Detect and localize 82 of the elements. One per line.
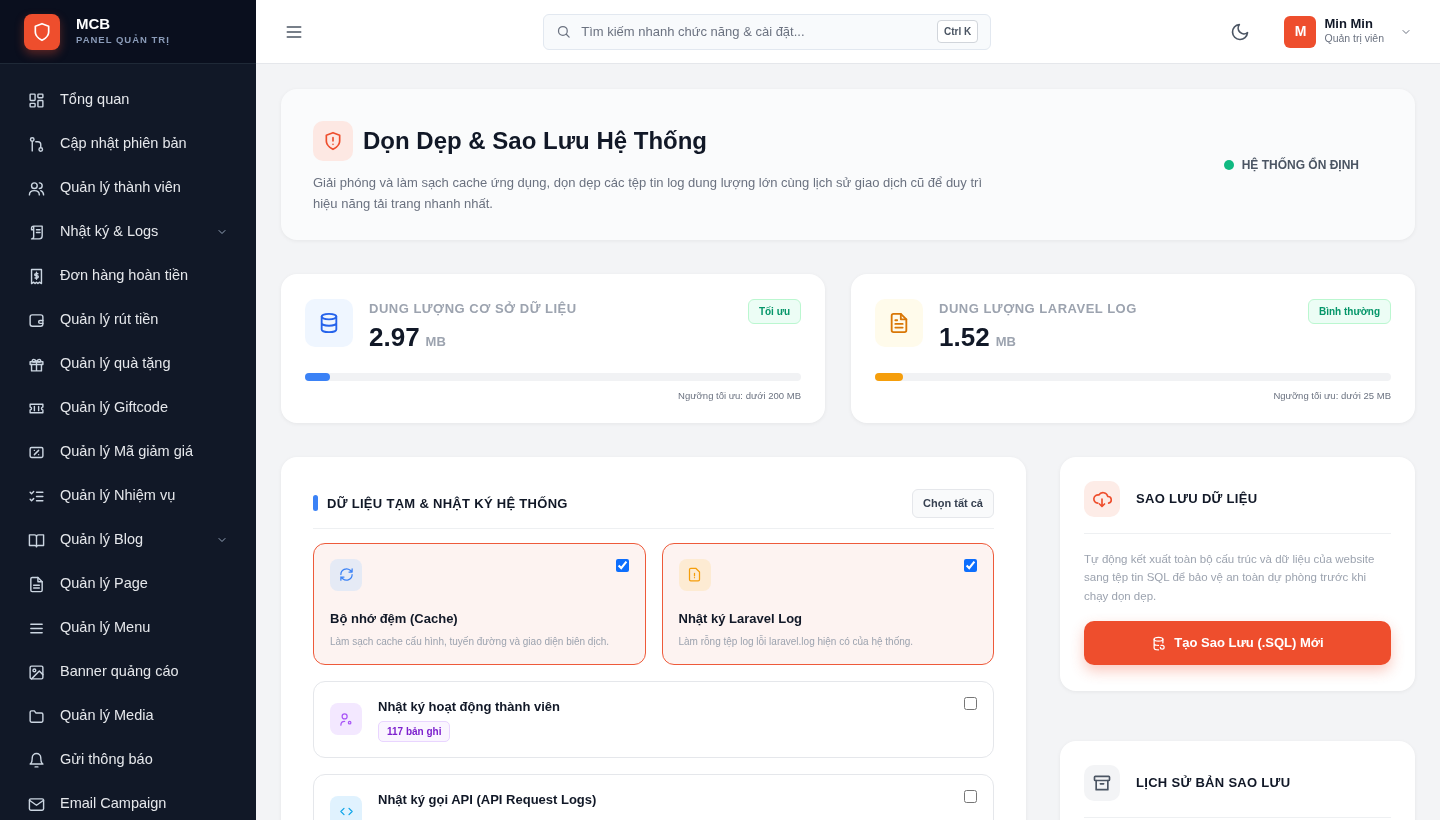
checkbox[interactable]	[964, 558, 977, 572]
cleanup-option[interactable]: Nhật ký hoạt động thành viên 117 bản ghi	[313, 681, 994, 758]
stat-value: 1.52	[939, 322, 990, 352]
sidebar-item[interactable]: Quản lý Giftcode	[0, 386, 256, 430]
stat-label: DUNG LƯỢNG CƠ SỞ DỮ LIỆU	[369, 300, 578, 318]
database-icon	[1151, 635, 1167, 651]
threshold-note: Ngưỡng tối ưu: dưới 200 MB	[677, 389, 801, 404]
branch-icon	[28, 135, 45, 153]
sidebar-item[interactable]: Quản lý quà tặng	[0, 342, 256, 386]
stat-value: 2.97	[369, 322, 420, 352]
record-count: 117 bản ghi	[378, 720, 451, 742]
status-tag: Bình thường	[1308, 299, 1391, 324]
option-title: Bộ nhớ đệm (Cache)	[330, 609, 459, 628]
search-input[interactable]: Tìm kiếm nhanh chức năng & cài đặt...	[579, 20, 937, 43]
sidebar-item[interactable]: Nhật ký & Logs	[0, 210, 256, 254]
create-backup-button[interactable]: Tạo Sao Lưu (.SQL) Mới	[1084, 621, 1391, 666]
option-title: Nhật ký gọi API (API Request Logs)	[378, 790, 598, 809]
database-icon	[318, 312, 340, 334]
option-title: Nhật ký hoạt động thành viên	[378, 698, 561, 716]
sidebar-item[interactable]: Quản lý Blog	[0, 518, 256, 562]
checkbox[interactable]	[964, 789, 977, 803]
image-icon	[28, 663, 45, 681]
sidebar-item[interactable]: Quản lý thành viên	[0, 166, 256, 210]
mail-icon	[28, 795, 45, 813]
stat-unit: MB	[995, 332, 1016, 351]
brand-subtitle: PANEL QUẢN TRỊ	[76, 32, 170, 47]
card-title: LỊCH SỬ BẢN SAO LƯU	[1136, 774, 1291, 793]
cleanup-option[interactable]: Bộ nhớ đệm (Cache) Làm sạch cache cấu hình, tuyến đường và giao diện biên dịch.	[313, 542, 646, 665]
sidebar-item[interactable]: Email Campaign	[0, 782, 256, 820]
folder-icon	[28, 707, 45, 725]
search-bar[interactable]: Tìm kiếm nhanh chức năng & cài đặt... Ctrl K	[543, 13, 992, 50]
select-all-button[interactable]: Chọn tất cả	[912, 489, 994, 518]
brand-name: MCB	[76, 16, 112, 33]
sidebar-item[interactable]: Gửi thông báo	[0, 738, 256, 782]
status-tag: Tối ưu	[747, 299, 801, 324]
accent-bar	[313, 495, 318, 512]
document-icon	[28, 575, 45, 593]
status-label: HỆ THỐNG ỔN ĐỊNH	[1241, 156, 1359, 174]
sidebar-item[interactable]: Đơn hàng hoàn tiền	[0, 254, 256, 298]
page-description: Giải phóng và làm sạch cache ứng dụng, dọn dẹp các tệp tin log dung lượng lớn cùng lịch sử giao dịch cũ để duy trì hiệu năng tải trang nhanh nhất.	[313, 174, 983, 213]
section-title: DỮ LIỆU TẠM & NHẬT KÝ HỆ THỐNG	[327, 494, 568, 513]
archive-icon	[1092, 773, 1112, 794]
avatar[interactable]: M	[1284, 15, 1317, 48]
file-alert-icon	[687, 567, 702, 582]
sidebar-item[interactable]: Tổng quan	[0, 78, 256, 122]
scroll-icon	[28, 223, 45, 241]
search-icon	[556, 24, 572, 39]
sidebar-item[interactable]: Quản lý Media	[0, 694, 256, 738]
user-role: Quản trị viên	[1324, 31, 1384, 47]
option-description: Làm rỗng tệp log lỗi laravel.log hiện có của hệ thống.	[678, 634, 915, 649]
book-icon	[28, 531, 45, 549]
stat-unit: MB	[425, 332, 446, 351]
users-icon	[28, 179, 45, 197]
page-title: Dọn Dẹp & Sao Lưu Hệ Thống	[363, 126, 708, 156]
bell-icon	[28, 751, 45, 769]
document-icon	[888, 312, 910, 334]
sidebar-item[interactable]: Quản lý Nhiệm vụ	[0, 474, 256, 518]
sidebar-item[interactable]: Banner quảng cáo	[0, 650, 256, 694]
shield-icon	[32, 21, 52, 42]
sidebar-item[interactable]: Quản lý Mã giảm giá	[0, 430, 256, 474]
cleanup-option[interactable]: Nhật ký gọi API (API Request Logs)	[313, 773, 994, 820]
wallet-icon	[28, 311, 45, 329]
sidebar-item[interactable]: Quản lý Page	[0, 562, 256, 606]
grid-icon	[28, 91, 45, 109]
threshold-note: Ngưỡng tối ưu: dưới 25 MB	[1272, 389, 1391, 404]
receipt-icon	[28, 267, 45, 285]
moon-icon	[1230, 21, 1251, 42]
sidebar-item[interactable]: Quản lý Menu	[0, 606, 256, 650]
option-description: Làm sạch cache cấu hình, tuyến đường và giao diện biên dịch.	[330, 635, 610, 649]
checkbox[interactable]	[615, 558, 629, 572]
refresh-icon	[338, 567, 354, 582]
sidebar-item[interactable]: Cập nhật phiên bản	[0, 122, 256, 166]
sidebar-item[interactable]: Quản lý rút tiền	[0, 298, 256, 342]
stat-label: DUNG LƯỢNG LARAVEL LOG	[939, 300, 1138, 318]
checkbox[interactable]	[964, 697, 977, 710]
user-name: Min Min	[1324, 15, 1374, 32]
card-title: SAO LƯU DỮ LIỆU	[1136, 490, 1258, 509]
backup-description: Tự động kết xuất toàn bộ cấu trúc và dữ liệu của website sang tệp tin SQL để bảo vệ an toàn dự phòng trước khi chạy dọn dẹp.	[1084, 552, 1376, 604]
cloud-download-icon	[1092, 489, 1112, 509]
option-title: Nhật ký Laravel Log	[678, 609, 804, 628]
cleanup-option[interactable]: Nhật ký Laravel Log Làm rỗng tệp log lỗi laravel.log hiện có của hệ thống.	[661, 542, 994, 665]
shortcut-key: Ctrl K	[937, 20, 979, 43]
